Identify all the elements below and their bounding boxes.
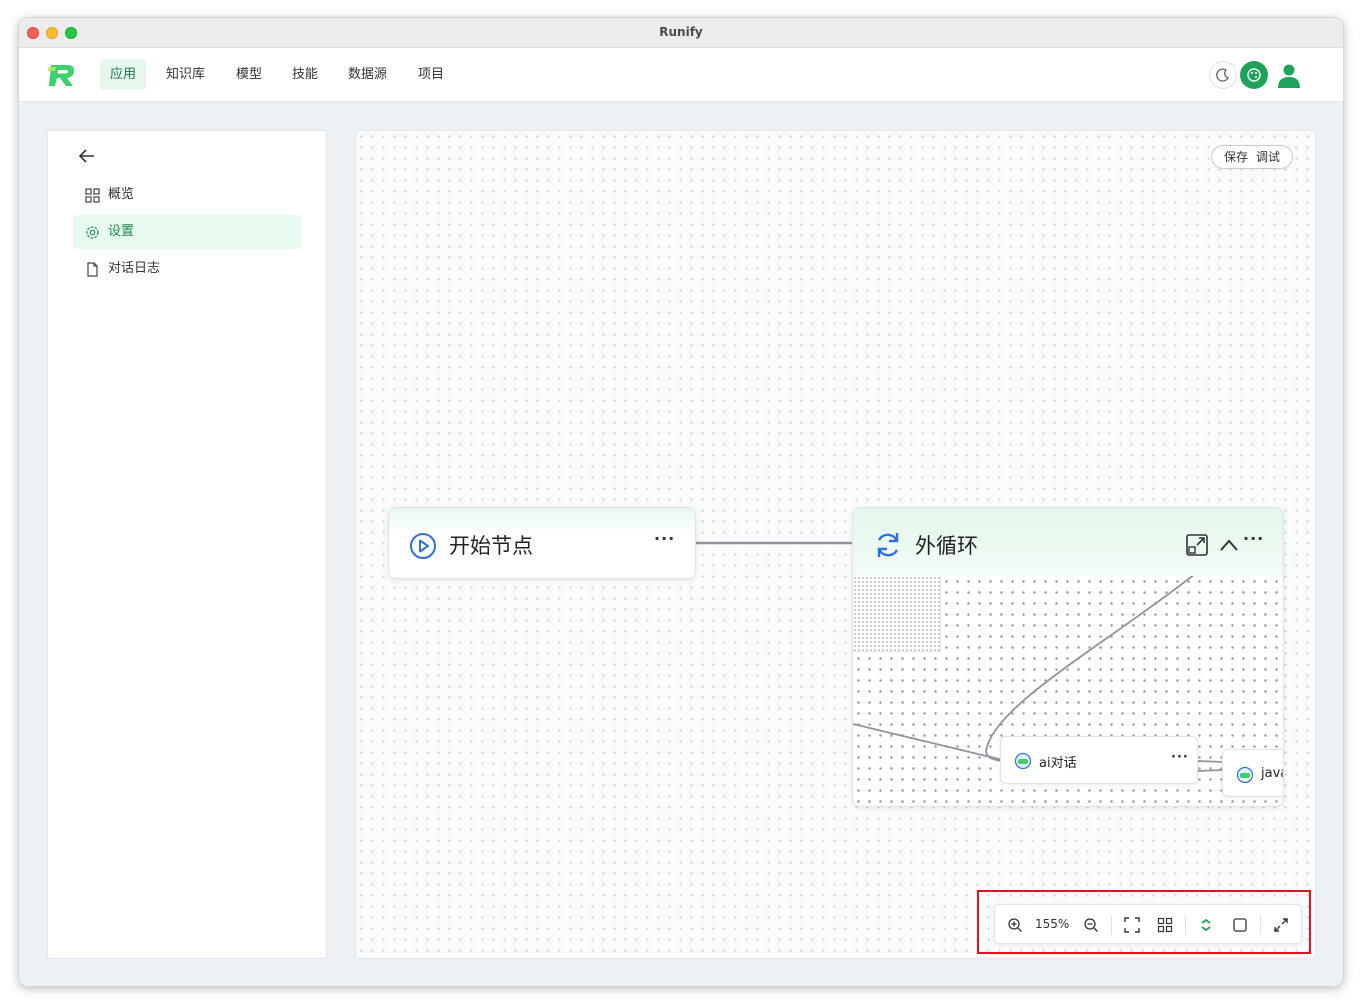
grid-icon [85, 188, 100, 203]
nav-item-projects[interactable]: 项目 [408, 59, 454, 90]
zoom-toolbar-highlight: 155% [977, 890, 1311, 954]
file-icon [87, 262, 98, 277]
toolbar-divider [1185, 915, 1186, 935]
zoom-out-icon[interactable] [1083, 917, 1099, 933]
sidebar-item-label: 概览 [108, 187, 135, 202]
zoom-level: 155% [1035, 917, 1070, 931]
expand-icon[interactable] [1186, 534, 1208, 556]
chat-bot-icon [1236, 766, 1254, 784]
nav-item-apps[interactable]: 应用 [100, 59, 147, 90]
workflow-canvas[interactable]: 保存 调试 开始节点 ··· 外循环 ··· ai对话 ··· jav [355, 130, 1316, 959]
title-bar: Runify [19, 18, 1343, 48]
fullscreen-icon[interactable] [1273, 917, 1289, 933]
save-button[interactable]: 保存 [1224, 150, 1248, 164]
debug-button[interactable]: 调试 [1256, 150, 1280, 164]
sidebar-item-settings[interactable]: 设置 [73, 215, 302, 249]
gear-icon [86, 226, 99, 239]
loop-node-body[interactable]: ai对话 ··· java [853, 576, 1283, 806]
sidebar-item-label: 对话日志 [108, 261, 161, 276]
moon-icon [1216, 68, 1229, 82]
fit-view-icon[interactable] [1124, 917, 1140, 933]
nav-item-data-sources[interactable]: 数据源 [338, 59, 397, 90]
app-window: Runify 应用 知识库 模型 技能 数据源 项目 概览 设置 对话日志 保存… [18, 17, 1344, 987]
toolbar-divider [1111, 915, 1112, 935]
theme-toggle-button[interactable] [1209, 61, 1237, 89]
zoom-in-icon[interactable] [1007, 917, 1023, 933]
start-node-title: 开始节点 [449, 534, 533, 558]
user-icon [1278, 64, 1300, 88]
save-debug-group: 保存 调试 [1210, 145, 1293, 169]
palette-button[interactable] [1240, 61, 1268, 89]
top-navigation: 应用 知识库 模型 技能 数据源 项目 [19, 48, 1343, 102]
runify-logo[interactable] [47, 61, 79, 89]
nav-item-skills[interactable]: 技能 [282, 59, 328, 90]
nav-item-knowledge-base[interactable]: 知识库 [156, 59, 215, 90]
java-node-title: java [1261, 766, 1283, 781]
play-circle-icon [410, 533, 436, 559]
sidebar-item-overview[interactable]: 概览 [73, 178, 302, 212]
window-title: Runify [659, 25, 703, 39]
user-avatar-button[interactable] [1275, 61, 1303, 89]
sidebar-item-label: 设置 [108, 224, 135, 239]
loop-node-header: 外循环 ··· [853, 508, 1283, 576]
select-icon[interactable] [1232, 917, 1248, 933]
layout-icon[interactable] [1157, 917, 1173, 933]
ai-chat-node[interactable]: ai对话 ··· [1000, 736, 1198, 784]
more-icon[interactable]: ··· [1243, 529, 1264, 548]
chevron-up-icon[interactable] [1219, 538, 1239, 552]
nav-item-models[interactable]: 模型 [226, 59, 272, 90]
zoom-toolbar: 155% [994, 904, 1302, 944]
edge-start-to-loop [696, 541, 852, 545]
toolbar-divider [1260, 915, 1261, 935]
arrow-left-icon[interactable] [77, 147, 97, 165]
loop-node[interactable]: 外循环 ··· ai对话 ··· jav [852, 507, 1284, 807]
chat-bot-icon [1014, 752, 1032, 770]
sidebar: 概览 设置 对话日志 [47, 130, 327, 959]
sync-icon[interactable] [1198, 917, 1214, 933]
refresh-icon [877, 533, 899, 557]
sidebar-item-chat-logs[interactable]: 对话日志 [73, 252, 302, 286]
start-node[interactable]: 开始节点 ··· [388, 507, 696, 579]
more-icon[interactable]: ··· [1171, 750, 1189, 765]
ai-chat-node-title: ai对话 [1039, 756, 1077, 771]
more-icon[interactable]: ··· [654, 529, 675, 548]
java-node[interactable]: java [1222, 749, 1283, 797]
palette-icon [1247, 68, 1261, 82]
loop-node-title: 外循环 [915, 534, 978, 558]
